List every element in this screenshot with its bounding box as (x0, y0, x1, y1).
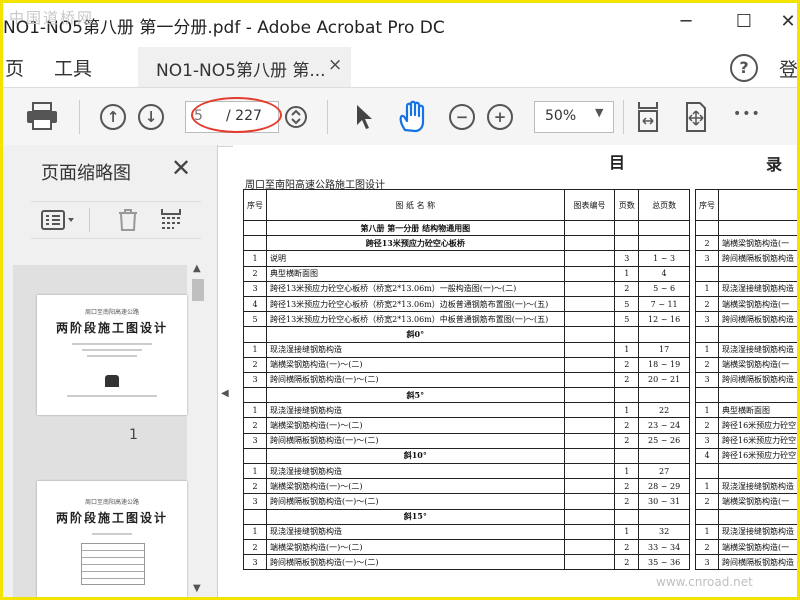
table-row: 2 端横梁钢筋构造(一 (695, 235, 797, 252)
contents-table: 序号 图 纸 名 称 图表编号 页数 总页数 第八册 第一分册 结构物通用图 跨径… (243, 189, 690, 571)
login-button[interactable]: 登 (779, 55, 797, 82)
table-row: 3 跨间横隔板钢筋构造(一)～(二) 2 25 ~ 26 (243, 432, 690, 449)
table-row: 1 现浇湿接缝钢筋构造 (695, 478, 797, 495)
document-tab-label: NO1-NO5第八册 第... (156, 61, 326, 81)
table-row (695, 326, 797, 343)
table-row: 1 现浇湿接缝钢筋构造 (695, 523, 797, 540)
table-row: 1 典型横断面图 (695, 402, 797, 419)
menu-home[interactable]: 页 (5, 54, 24, 81)
zoom-in-icon[interactable]: + (487, 104, 513, 130)
app-window: NO1-NO5第八册 第一分册.pdf - Adobe Acrobat Pro … (0, 0, 800, 600)
highlight-ring (191, 97, 282, 133)
thumbnail-list: 周口至南阳高速公路 两阶段施工图设计 1 周口至南阳高速公路 两阶段施工图设计 (13, 265, 187, 597)
print-icon[interactable] (25, 101, 59, 131)
zoom-out-icon[interactable]: − (449, 104, 475, 130)
table-row: 3 跨间横隔板钢筋构造 (695, 311, 797, 328)
thumbnails-panel: 页面缩略图 ✕ 周口至南阳高速公路 两阶段施工图设计 1 周口至南阳高速公路 两… (3, 145, 218, 597)
close-window-button[interactable]: ✕ (773, 11, 797, 32)
table-row (695, 219, 797, 237)
table-header-continued: 序号 (695, 189, 797, 221)
menu-tools[interactable]: 工具 (54, 54, 92, 81)
table-row: 5 跨径13米预应力砼空心板桥（桥宽2*13.06m）中板普通钢筋布置图(一)～(… (243, 311, 690, 328)
table-row: 3 跨间横隔板钢筋构造(一)～(二) 2 20 ~ 21 (243, 371, 690, 389)
options-menu-icon[interactable] (41, 210, 75, 230)
site-watermark: 中国道桥网 (9, 9, 95, 27)
table-row: 斜10° (243, 447, 690, 465)
minimize-button[interactable]: ─ (671, 11, 701, 32)
close-panel-icon[interactable]: ✕ (171, 154, 191, 182)
menu-bar: 页 工具 NO1-NO5第八册 第... × ? 登 (3, 47, 797, 87)
table-row: 4 跨径13米预应力砼空心板桥（桥宽2*13.06m）边板普通钢筋布置图(一)～(… (243, 295, 690, 313)
table-row (695, 265, 797, 282)
table-row: 3 跨间横隔板钢筋构造(一)～(二) 2 30 ~ 31 (243, 493, 690, 510)
delete-icon[interactable] (117, 208, 139, 232)
table-row: 2 典型横断面图 1 4 (243, 265, 690, 282)
table-row: 2 端横梁钢筋构造(一 (695, 538, 797, 556)
page-thumbnail-2[interactable]: 周口至南阳高速公路 两阶段施工图设计 (37, 481, 187, 597)
table-row: 斜15° (243, 508, 690, 525)
previous-page-icon[interactable]: ↑ (100, 104, 126, 130)
title-bar: NO1-NO5第八册 第一分册.pdf - Adobe Acrobat Pro … (3, 3, 797, 47)
table-row: 1 现浇湿接缝钢筋构造 1 22 (243, 402, 690, 419)
doc-heading-right: 录 (766, 155, 783, 174)
page-layout-icon[interactable] (159, 206, 185, 234)
table-row: 2 端横梁钢筋构造(一 (695, 295, 797, 313)
table-row: 斜5° (243, 387, 690, 404)
fit-page-icon[interactable] (635, 100, 661, 134)
table-row: 3 跨径16米预应力砼空 (695, 432, 797, 449)
table-row: 跨径13米预应力砼空心板桥 (243, 235, 690, 252)
tab-close-icon[interactable]: × (328, 55, 342, 75)
full-screen-icon[interactable] (683, 101, 709, 133)
contents-table-continued: 序号 2 端横梁钢筋构造(一 3 跨间横隔板钢筋构造 1 现浇湿接缝钢筋构造 2 端横梁钢筋构… (695, 189, 797, 571)
table-row: 2 端横梁钢筋构造(一)～(二) 2 28 ~ 29 (243, 478, 690, 495)
table-row: 3 跨间横隔板钢筋构造 (695, 371, 797, 389)
table-row: 2 端横梁钢筋构造(一 (695, 356, 797, 373)
document-tab[interactable]: NO1-NO5第八册 第... × (138, 47, 351, 87)
doc-heading-left: 目 (609, 153, 626, 172)
table-row (695, 462, 797, 480)
table-header: 序号 图 纸 名 称 图表编号 页数 总页数 (243, 189, 690, 221)
hand-tool-icon[interactable] (397, 100, 429, 134)
select-cursor-icon[interactable] (353, 103, 375, 131)
page-thumbnail-1[interactable]: 周口至南阳高速公路 两阶段施工图设计 (37, 295, 187, 415)
toolbar: ↑ ↓ 5 / 227 − + 50% ▼ ••• (3, 87, 797, 147)
next-page-icon[interactable]: ↓ (138, 104, 164, 130)
table-row: 3 跨间横隔板钢筋构造 (695, 554, 797, 571)
table-row: 4 跨径16米预应力砼空 (695, 447, 797, 465)
table-row: 3 跨间横隔板钢筋构造 (695, 250, 797, 267)
table-row: 1 现浇湿接缝钢筋构造 1 27 (243, 462, 690, 480)
table-row (695, 387, 797, 404)
footer-watermark: www.cnroad.net (656, 575, 753, 589)
table-row: 1 现浇湿接缝钢筋构造 1 32 (243, 523, 690, 540)
table-row: 2 端横梁钢筋构造(一)～(二) 2 33 ~ 34 (243, 538, 690, 556)
collapse-panel-icon[interactable]: ◀ (221, 388, 229, 399)
table-row: 斜0° (243, 326, 690, 343)
table-row: 2 端横梁钢筋构造(一 (695, 493, 797, 510)
zoom-select[interactable]: 50% ▼ (534, 101, 614, 133)
thumbnail-scrollbar[interactable]: ▲ ▼ (189, 261, 207, 597)
table-row (695, 508, 797, 525)
table-row: 2 跨径16米预应力砼空 (695, 417, 797, 434)
table-row: 1 说明 3 1 ~ 3 (243, 250, 690, 267)
table-row: 1 现浇湿接缝钢筋构造 1 17 (243, 341, 690, 358)
logo-icon (105, 375, 119, 387)
table-row: 1 现浇湿接缝钢筋构造 (695, 280, 797, 297)
table-row: 3 跨间横隔板钢筋构造(一)～(二) 2 35 ~ 36 (243, 554, 690, 571)
table-row: 2 端横梁钢筋构造(一)～(二) 2 23 ~ 24 (243, 417, 690, 434)
maximize-button[interactable]: ☐ (729, 11, 759, 32)
table-row: 第八册 第一分册 结构物通用图 (243, 219, 690, 237)
table-row: 3 跨径13米预应力砼空心板桥（桥宽2*13.06m）一般构造图(一)～(二) 2 5… (243, 280, 690, 297)
thumbnail-page-number: 1 (129, 427, 138, 443)
table-row: 2 端横梁钢筋构造(一)～(二) 2 18 ~ 19 (243, 356, 690, 373)
chevron-down-icon: ▼ (595, 106, 604, 119)
help-icon[interactable]: ? (730, 54, 758, 82)
zoom-scroll-icon[interactable] (283, 104, 309, 130)
scrollbar-thumb[interactable] (192, 279, 204, 301)
zoom-value: 50% (545, 108, 577, 124)
more-tools-icon[interactable]: ••• (733, 106, 761, 122)
table-row: 1 现浇湿接缝钢筋构造 (695, 341, 797, 358)
thumbnail-toolbar (31, 201, 201, 239)
thumbnails-panel-title: 页面缩略图 (41, 163, 131, 184)
document-view[interactable]: 目 录 周口至南阳高速公路施工图设计 序号 图 纸 名 称 图表编号 页数 总页… (233, 145, 797, 597)
